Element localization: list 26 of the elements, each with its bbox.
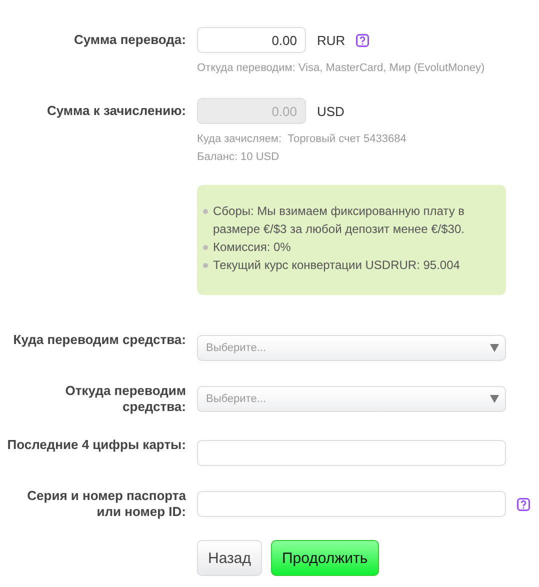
bullet-icon bbox=[203, 263, 208, 268]
input-field[interactable] bbox=[197, 440, 506, 466]
continue-button[interactable]: Продолжить bbox=[270, 540, 379, 576]
info-text: Сборы: Мы взимаем фиксированную плату в размере €/$3 за любой депозит менее €/$30. bbox=[213, 203, 466, 238]
caret-icon bbox=[490, 395, 499, 403]
help-icon[interactable] bbox=[517, 498, 530, 510]
currency-label: RUR bbox=[317, 32, 346, 48]
bullet-icon bbox=[203, 245, 208, 250]
field-label: Куда переводим средства: bbox=[12, 332, 186, 349]
field-label: Откуда переводим средства: bbox=[64, 383, 186, 415]
currency-label: USD bbox=[317, 104, 344, 118]
amount-field[interactable]: 0.00 bbox=[197, 27, 306, 53]
field-label: Сумма к зачислению: bbox=[46, 102, 186, 120]
caret-icon bbox=[490, 344, 499, 352]
info-text: Текущий курс конвертации USDRUR: 95.004 bbox=[213, 257, 460, 274]
hint-text: Баланс: 10 USD bbox=[197, 150, 280, 165]
back-button[interactable]: Назад bbox=[197, 540, 262, 576]
help-icon[interactable] bbox=[356, 34, 370, 46]
field-label: Последние 4 цифры карты: bbox=[6, 437, 186, 454]
bullet-icon bbox=[203, 209, 208, 214]
field-label: Сумма перевода: bbox=[72, 31, 186, 49]
hint-text: Откуда переводим: Visa, MasterCard, Мир (EvolutMoney) bbox=[197, 61, 486, 76]
hint-text: Куда зачисляем: Торговый счет 5433684 bbox=[197, 132, 408, 147]
field-label: Серия и номер паспорта или номер ID: bbox=[26, 488, 186, 520]
input-field[interactable] bbox=[197, 491, 506, 517]
info-text: Комиссия: 0% bbox=[213, 239, 291, 256]
